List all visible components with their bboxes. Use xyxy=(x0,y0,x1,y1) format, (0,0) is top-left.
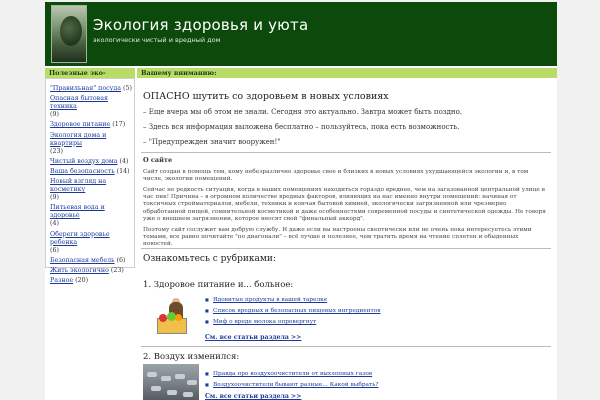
sidebar-link[interactable]: Опасная бытовая техника xyxy=(50,95,108,110)
list-item: Список вредных и безопасных пищевых ингр… xyxy=(205,307,381,315)
article-link[interactable]: Список вредных и безопасных пищевых ингр… xyxy=(213,308,381,314)
sidebar-item: Жить экологично (23) xyxy=(50,267,134,275)
section-links: Ядовитые продукты в вашей тарелке Список… xyxy=(205,296,381,329)
sidebar-item: Новый взгляд на косметику (9) xyxy=(50,178,134,202)
site-subtitle: экологически чистый и вредный дом xyxy=(93,36,221,44)
main-content: ОПАСНО шутить со здоровьем в новых услов… xyxy=(141,78,553,400)
about-paragraph: Сейчас не редкость ситуация, когда в ваш… xyxy=(143,187,546,222)
sidebar-count: (20) xyxy=(73,277,89,285)
sidebar-count: (23) xyxy=(108,266,124,274)
sidebar: "Правильная" посуда (5) Опасная бытовая … xyxy=(45,78,135,284)
sidebar-item: Разное (20) xyxy=(50,277,134,285)
article-link[interactable]: Миф о вреде молока опровергнут xyxy=(213,319,316,325)
section-title: 2. Воздух изменился: xyxy=(143,352,240,362)
intro-line: – Еще вчера мы об этом не знали. Сегодня… xyxy=(143,108,463,116)
sidebar-link[interactable]: Безопасная мебель xyxy=(50,257,115,264)
divider xyxy=(141,346,551,347)
sidebar-link[interactable]: Жить экологично xyxy=(50,267,109,274)
sidebar-count: (4) xyxy=(117,157,129,165)
about-paragraph: Поэтому сайт сослужит вам добрую службу.… xyxy=(143,227,532,248)
sidebar-count: (14) xyxy=(114,167,130,175)
list-item: Миф о вреде молока опровергнут xyxy=(205,318,381,326)
sidebar-link[interactable]: Экология дома и квартиры xyxy=(50,132,106,147)
sidebar-item: Опасная бытовая техника (9) xyxy=(50,95,134,119)
sidebar-link[interactable]: Ваша безопасность xyxy=(50,168,115,175)
article-link[interactable]: Воздухоочистители бывают разные... Какой… xyxy=(213,382,378,388)
sidebar-item: "Правильная" посуда (5) xyxy=(50,85,134,93)
sidebar-count: (9) xyxy=(50,194,59,202)
content-header: Вашему вниманию: xyxy=(137,68,557,78)
list-item: Ядовитые продукты в вашей тарелке xyxy=(205,296,381,304)
list-item: Воздухоочистители бывают разные... Какой… xyxy=(205,381,378,389)
divider xyxy=(141,248,551,249)
page: Экология здоровья и уюта экологически чи… xyxy=(45,2,557,400)
rubrics-title: Ознакомьтесь с рубриками: xyxy=(143,254,276,264)
food-shopper-image[interactable] xyxy=(151,298,206,338)
see-all-link[interactable]: См. все статьи раздела >> xyxy=(205,334,301,341)
sidebar-count: (5) xyxy=(121,85,132,92)
sidebar-count: (9) xyxy=(50,111,59,119)
site-title[interactable]: Экология здоровья и уюта xyxy=(93,16,308,34)
sidebar-count: (17) xyxy=(110,121,126,129)
sidebar-count: (6) xyxy=(114,256,126,264)
sidebar-link[interactable]: Обереги здоровье ребенка xyxy=(50,231,110,246)
sidebar-link[interactable]: Здоровое питание xyxy=(50,121,110,128)
sidebar-item: Обереги здоровье ребенка (6) xyxy=(50,231,134,255)
sidebar-link[interactable]: Разное xyxy=(50,277,73,284)
about-title: О сайте xyxy=(143,156,173,164)
sidebar-item: Здоровое питание (17) xyxy=(50,121,134,129)
intro-line: – Здесь вся информация выложена бесплатн… xyxy=(143,123,460,131)
traffic-jam-image[interactable] xyxy=(143,364,199,400)
intro-title: ОПАСНО шутить со здоровьем в новых услов… xyxy=(143,91,389,102)
sidebar-item: Безопасная мебель (6) xyxy=(50,257,134,265)
tree-photo-icon xyxy=(51,5,87,63)
site-header: Экология здоровья и уюта экологически чи… xyxy=(45,2,557,66)
sidebar-link[interactable]: Новый взгляд на косметику xyxy=(50,178,106,193)
sidebar-link[interactable]: "Правильная" посуда xyxy=(50,85,121,92)
about-paragraph: Сайт создан в помощь тем, кому небезразл… xyxy=(143,169,529,183)
sidebar-item: Экология дома и квартиры (23) xyxy=(50,132,134,156)
see-all-link[interactable]: См. все статьи раздела >> xyxy=(205,393,301,400)
sidebar-link[interactable]: Питьевая вода и здоровье xyxy=(50,204,105,219)
sidebar-link[interactable]: Чистый воздух дома xyxy=(50,158,118,165)
intro-line: – "Предупрежден значит вооружен!" xyxy=(143,138,281,146)
section-links: Правда про воздухоочистители от выхлопны… xyxy=(205,370,378,392)
sidebar-item: Питьевая вода и здоровье (4) xyxy=(50,204,134,228)
sidebar-header: Полезные эко-советы: xyxy=(45,68,135,87)
sidebar-count: (23) xyxy=(50,147,63,155)
sidebar-item: Ваша безопасность (14) xyxy=(50,168,134,176)
section-title: 1. Здоровое питание и... больное: xyxy=(143,280,294,290)
article-link[interactable]: Правда про воздухоочистители от выхлопны… xyxy=(213,371,372,377)
sidebar-item: Чистый воздух дома (4) xyxy=(50,158,134,166)
list-item: Правда про воздухоочистители от выхлопны… xyxy=(205,370,378,378)
sidebar-count: (4) xyxy=(50,220,59,228)
article-link[interactable]: Ядовитые продукты в вашей тарелке xyxy=(213,297,327,303)
sidebar-count: (6) xyxy=(50,246,59,254)
sidebar-list: "Правильная" посуда (5) Опасная бытовая … xyxy=(46,79,134,285)
divider xyxy=(141,152,551,153)
